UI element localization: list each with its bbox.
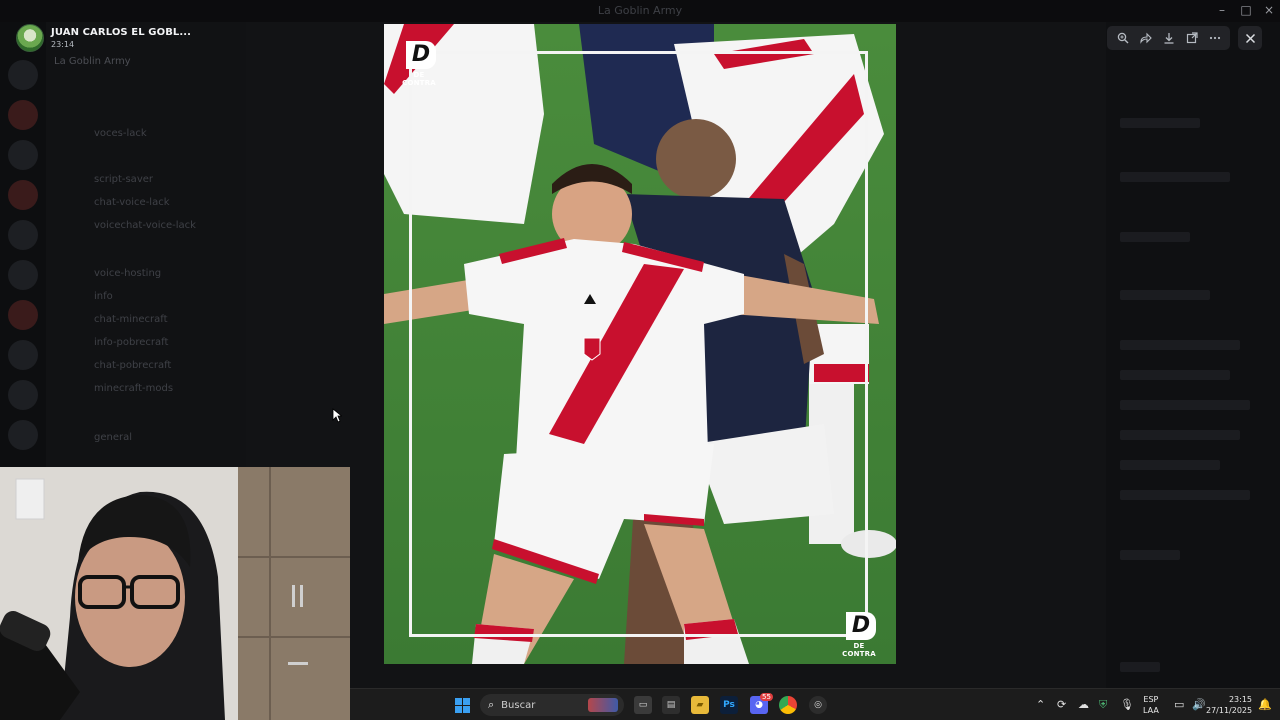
channel-item[interactable]: info-pobrecraft — [94, 337, 168, 348]
server-icon[interactable] — [8, 420, 38, 450]
media-toolbar — [1107, 26, 1230, 50]
watermark-text: DE CONTRA — [842, 642, 876, 658]
member-list — [1106, 22, 1280, 688]
windows-taskbar: ⌕ Buscar ▭ ▤ ▰ Ps ◕ 55 ◎ ⌃ ⟳ ☁ ⛨ 🎙 ESP L… — [350, 688, 1280, 720]
channel-item[interactable]: chat-pobrecraft — [94, 360, 171, 371]
minimize-icon[interactable]: – — [1212, 3, 1232, 17]
clock-date: 27/11/2025 — [1206, 706, 1253, 715]
server-icon[interactable] — [8, 380, 38, 410]
member-name[interactable] — [1120, 290, 1210, 300]
cloud-icon[interactable]: ☁ — [1078, 698, 1089, 711]
member-name[interactable] — [1120, 370, 1230, 380]
viewer-author[interactable]: JUAN CARLOS EL GOBL... 23:14 — [16, 24, 191, 52]
window-titlebar: La Goblin Army – □ × — [0, 0, 1280, 22]
photoshop-icon[interactable]: Ps — [720, 696, 738, 714]
microphone-icon[interactable]: 🎙 — [1120, 698, 1134, 711]
system-clock[interactable]: 23:15 27/11/2025 — [1206, 694, 1252, 716]
author-name[interactable]: JUAN CARLOS EL GOBL... — [51, 27, 191, 38]
member-name[interactable] — [1120, 400, 1250, 410]
server-icon[interactable] — [8, 60, 38, 90]
language-line1: ESP — [1143, 695, 1159, 704]
language-line2: LAA — [1143, 706, 1159, 715]
member-name[interactable] — [1120, 550, 1180, 560]
chrome-icon[interactable] — [779, 696, 797, 714]
forward-icon[interactable] — [1137, 29, 1155, 47]
watermark-letter: D — [846, 612, 876, 640]
watermark-logo: D DE CONTRA — [396, 41, 442, 87]
channel-item[interactable]: voces-lack — [94, 128, 147, 139]
language-indicator[interactable]: ESP LAA — [1143, 694, 1159, 716]
app-icon[interactable]: ▤ — [662, 696, 680, 714]
server-icon[interactable] — [8, 340, 38, 370]
watermark-text: DE CONTRA — [402, 71, 436, 87]
member-name[interactable] — [1120, 232, 1190, 242]
search-highlight-image — [588, 698, 618, 712]
sync-icon[interactable]: ⟳ — [1057, 698, 1066, 711]
member-name[interactable] — [1120, 172, 1230, 182]
taskbar-search[interactable]: ⌕ Buscar — [480, 694, 624, 716]
app-icon[interactable]: ◎ — [809, 696, 827, 714]
channel-item[interactable]: voice-hosting — [94, 268, 161, 279]
channel-item[interactable]: script-saver — [94, 174, 153, 185]
task-view-icon[interactable]: ▭ — [634, 696, 652, 714]
watermark-letter: D — [406, 41, 436, 69]
mouse-cursor-icon — [332, 408, 342, 423]
clock-time: 23:15 — [1228, 695, 1252, 704]
zoom-in-icon[interactable] — [1114, 29, 1132, 47]
channel-item[interactable]: info — [94, 291, 113, 302]
windows-start-icon[interactable] — [455, 698, 470, 713]
server-icon[interactable] — [8, 260, 38, 290]
message-timestamp: 23:14 — [51, 40, 75, 49]
server-icon[interactable] — [8, 220, 38, 250]
window-close-icon[interactable]: × — [1259, 3, 1279, 17]
webcam-video — [0, 467, 350, 720]
guild-name[interactable]: La Goblin Army — [54, 56, 131, 67]
member-name[interactable] — [1120, 118, 1200, 128]
server-icon[interactable] — [8, 140, 38, 170]
search-placeholder: Buscar — [501, 699, 536, 711]
volume-icon[interactable]: 🔊 — [1192, 698, 1206, 711]
network-icon[interactable]: ▭ — [1174, 698, 1184, 711]
channel-item[interactable]: minecraft-mods — [94, 383, 173, 394]
maximize-icon[interactable]: □ — [1236, 3, 1256, 17]
channel-item[interactable]: general — [94, 432, 132, 443]
channel-item[interactable]: voicechat-voice-lack — [94, 220, 196, 231]
channel-item[interactable]: chat-minecraft — [94, 314, 168, 325]
watermark-frame — [409, 51, 868, 637]
avatar[interactable] — [16, 24, 44, 52]
watermark-logo: D DE CONTRA — [836, 612, 882, 658]
search-icon: ⌕ — [488, 698, 495, 711]
notification-bell-icon[interactable]: 🔔 — [1258, 698, 1272, 711]
member-name[interactable] — [1120, 490, 1250, 500]
webcam-overlay — [0, 467, 350, 720]
member-name[interactable] — [1120, 340, 1240, 350]
window-title: La Goblin Army — [597, 4, 683, 17]
server-icon[interactable] — [8, 300, 38, 330]
close-icon — [1245, 33, 1255, 43]
media-image[interactable]: D DE CONTRA D DE CONTRA — [384, 24, 896, 664]
download-icon[interactable] — [1160, 29, 1178, 47]
chevron-up-icon[interactable]: ⌃ — [1036, 698, 1045, 711]
member-name[interactable] — [1120, 662, 1160, 672]
file-explorer-icon[interactable]: ▰ — [691, 696, 709, 714]
more-icon[interactable] — [1206, 29, 1224, 47]
viewer-meta: JUAN CARLOS EL GOBL... 23:14 — [51, 27, 191, 49]
server-icon[interactable] — [8, 180, 38, 210]
close-viewer-button[interactable] — [1238, 26, 1262, 50]
member-name[interactable] — [1120, 460, 1220, 470]
open-in-browser-icon[interactable] — [1183, 29, 1201, 47]
notification-badge: 55 — [760, 693, 773, 701]
security-icon[interactable]: ⛨ — [1099, 698, 1107, 712]
member-name[interactable] — [1120, 430, 1240, 440]
channel-item[interactable]: chat-voice-lack — [94, 197, 170, 208]
server-icon[interactable] — [8, 100, 38, 130]
